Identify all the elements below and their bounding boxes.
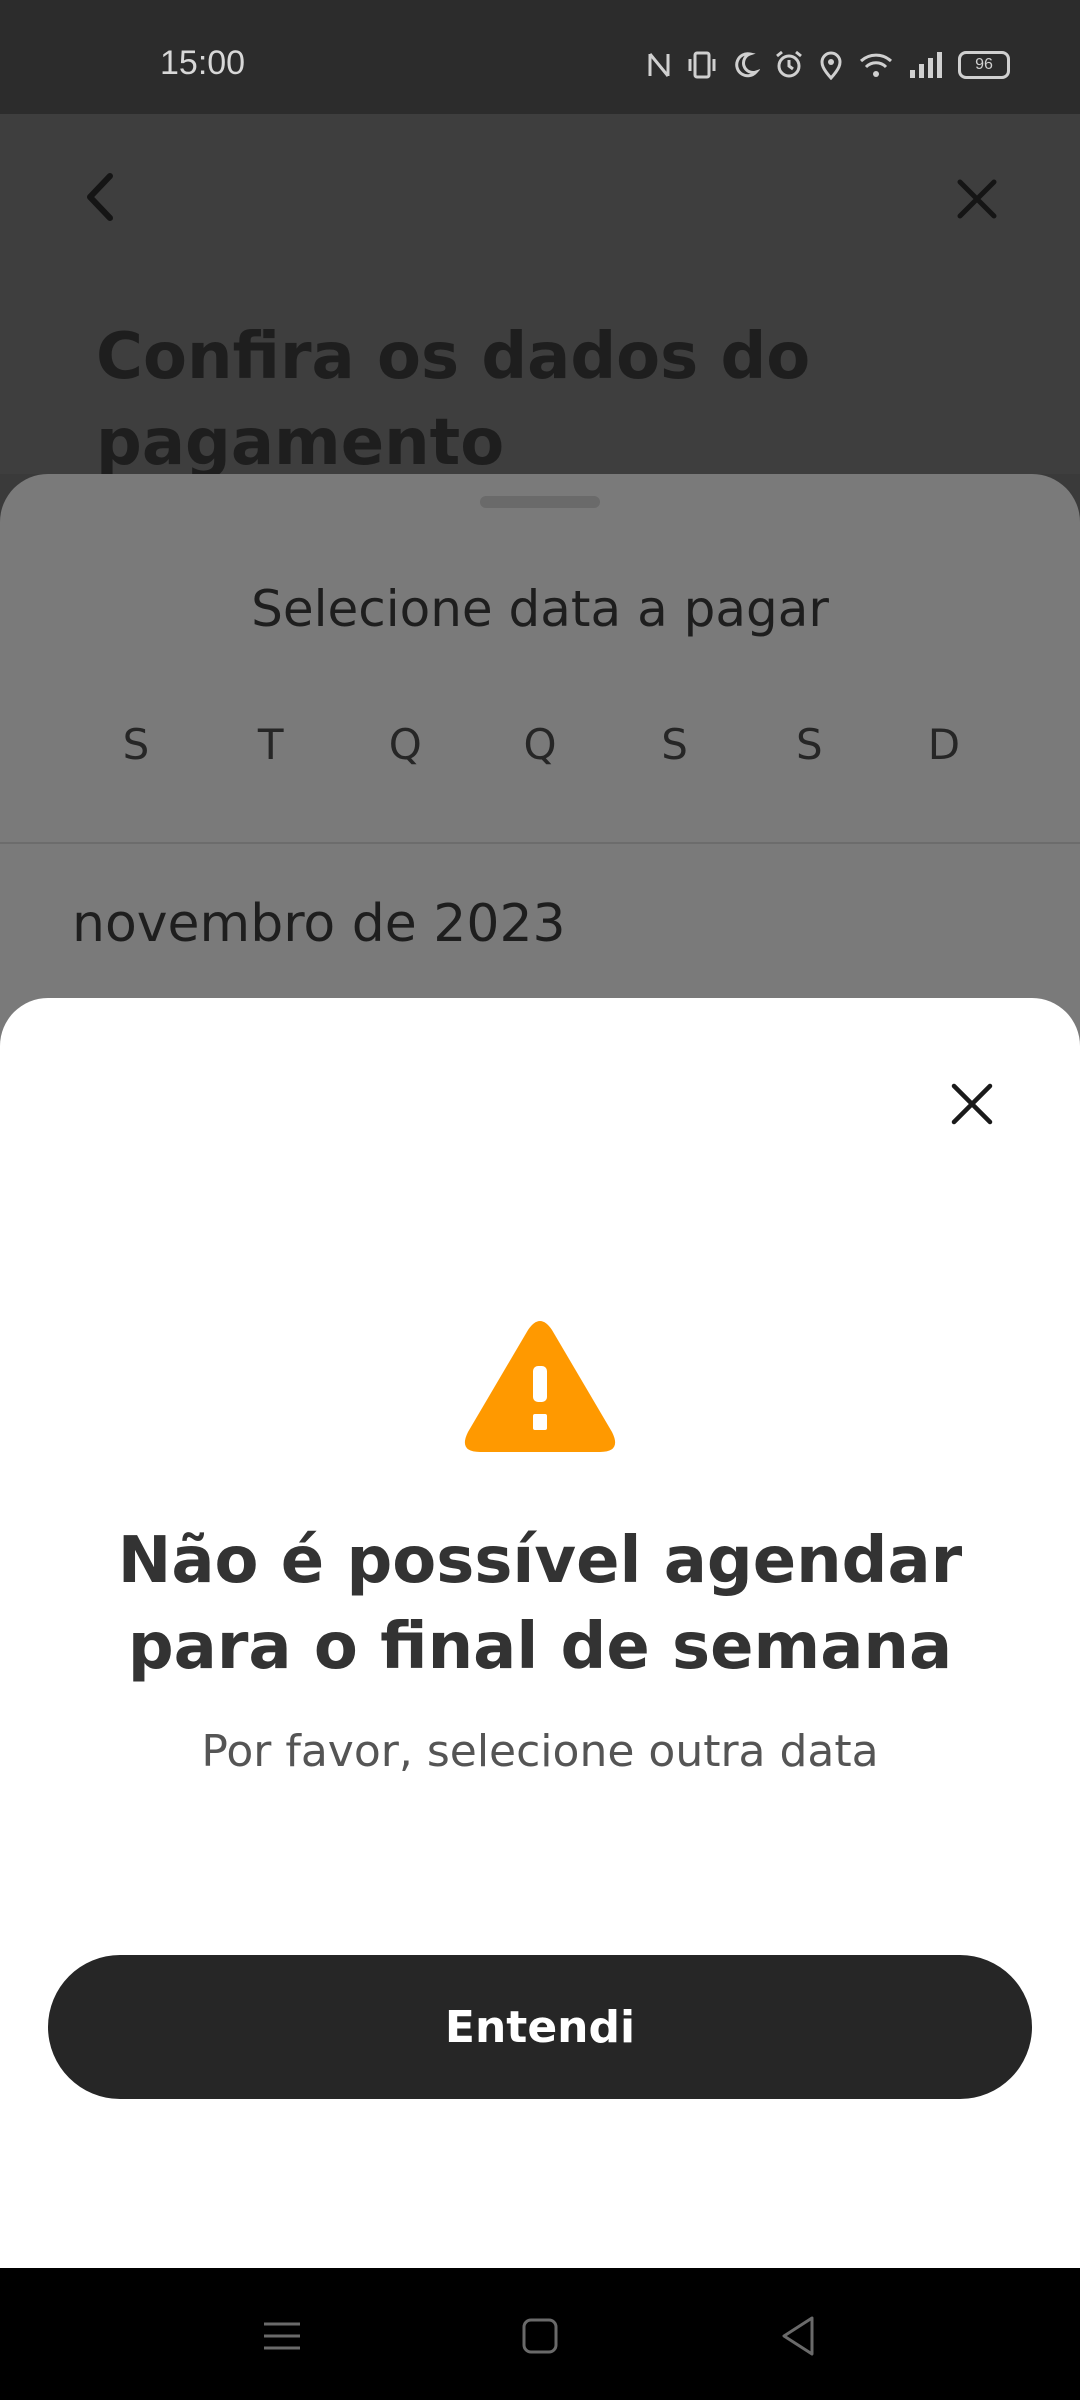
wifi-icon [859, 53, 893, 77]
home-icon[interactable] [516, 2312, 564, 2360]
battery-icon: 96 [958, 51, 1010, 79]
alarm-icon [776, 50, 802, 78]
warning-icon [464, 1321, 616, 1452]
close-icon[interactable] [952, 174, 1002, 224]
weekday-label: S [661, 720, 688, 769]
status-bar: 15:00 96 [0, 0, 1080, 114]
nfc-icon [648, 53, 670, 77]
drag-handle[interactable] [480, 496, 600, 508]
weekend-alert-dialog: Não é possível agendar para o final de s… [0, 998, 1080, 2268]
weekday-header: S T Q Q S S D [86, 720, 994, 769]
weekday-label: T [257, 720, 284, 769]
vibrate-icon [688, 51, 716, 79]
month-label: novembro de 2023 [72, 894, 566, 954]
dialog-subtitle: Por favor, selecione outra data [201, 1726, 879, 1777]
chevron-left-icon[interactable] [76, 166, 124, 228]
signal-icon [910, 52, 942, 78]
weekday-label: D [927, 720, 961, 769]
moon-icon [735, 52, 760, 78]
payment-review-page: Confira os dados do pagamento [0, 114, 1080, 480]
status-icons: 96 [646, 50, 1010, 80]
sheet-title: Selecione data a pagar [251, 580, 829, 638]
weekday-label: Q [523, 720, 557, 769]
location-icon [820, 51, 842, 80]
divider [0, 842, 1080, 844]
status-time: 15:00 [160, 44, 246, 82]
back-icon[interactable] [774, 2312, 822, 2360]
understood-button[interactable]: Entendi [48, 1955, 1032, 2099]
dialog-title: Não é possível agendar para o final de s… [117, 1524, 963, 1684]
weekday-label: Q [388, 720, 422, 769]
weekday-label: S [122, 720, 150, 769]
page-title: Confira os dados do pagamento [96, 320, 811, 480]
battery-level: 96 [975, 56, 993, 73]
system-nav-bar [0, 2268, 1080, 2400]
close-icon[interactable] [948, 1080, 996, 1128]
weekday-label: S [795, 720, 823, 769]
menu-icon[interactable] [258, 2312, 306, 2360]
